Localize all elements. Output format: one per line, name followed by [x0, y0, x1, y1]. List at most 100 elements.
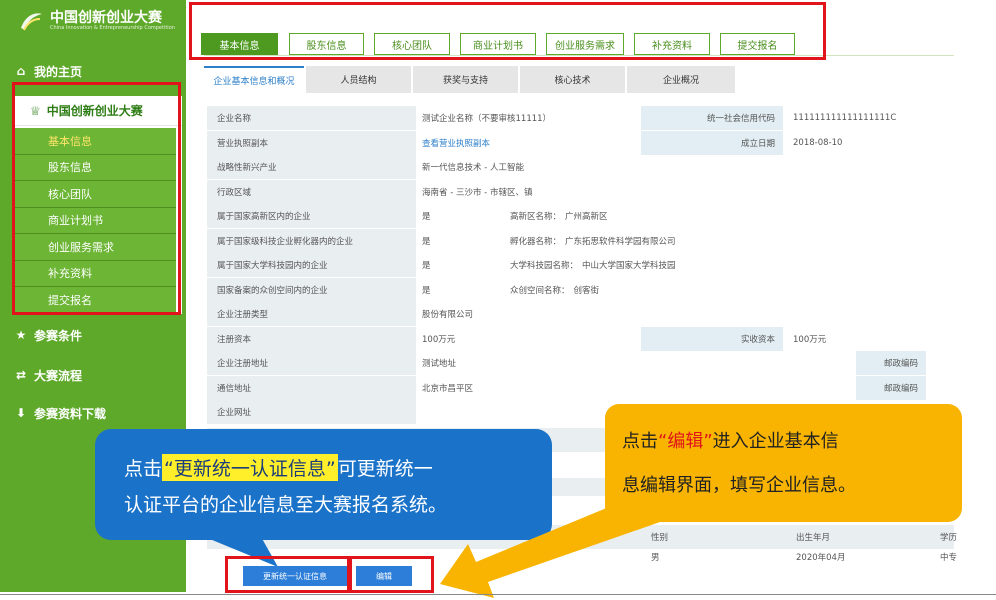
maker-space-label: 国家备案的众创空间内的企业 — [207, 277, 416, 302]
table-row: 行政区域 海南省 - 三沙市 - 市辖区、镇 — [207, 179, 954, 204]
sidebar-item-label: 我的主页 — [34, 64, 83, 79]
license-link[interactable]: 查看营业执照副本 — [416, 130, 641, 155]
paid-capital-value: 100万元 — [783, 326, 954, 351]
reg-address-value: 测试地址 — [416, 351, 856, 375]
credit-code-label: 统一社会信用代码 — [641, 106, 783, 130]
star-icon: ★ — [15, 328, 27, 342]
callout-yellow-line1: 点击 “编辑” 进入企业基本信 — [622, 427, 839, 453]
table-row: 战略性新兴产业 新一代信息技术 - 人工智能 — [207, 155, 954, 180]
birth-header: 出生年月 — [796, 533, 831, 543]
found-date-value: 2018-08-10 — [783, 130, 954, 155]
hitech-zone-flag: 是 — [422, 212, 431, 222]
maker-space-value: 是 众创空间名称： 创客街 — [416, 277, 954, 302]
highlight-box-edit — [349, 556, 434, 593]
mail-address-label: 通信地址 — [207, 375, 416, 400]
maker-space-name-label: 众创空间名称： — [510, 285, 570, 296]
company-name-label: 企业名称 — [207, 106, 416, 130]
sidebar-item-label: 大赛流程 — [34, 368, 83, 383]
callout-blue-suffix: 可更新统一 — [337, 457, 433, 480]
info-table: 企业名称 测试企业名称（不要审核11111） 统一社会信用代码 11111111… — [207, 106, 954, 425]
postcode-label: 邮政编码 — [856, 351, 926, 375]
industry-value: 新一代信息技术 - 人工智能 — [416, 155, 954, 179]
incubator-name: 广东拓思软件科学园有限公司 — [565, 236, 676, 247]
highlight-box-steps — [189, 2, 826, 60]
table-row: 企业注册类型 股份有限公司 — [207, 302, 954, 327]
univ-park-name: 中山大学国家大学科技园 — [582, 261, 676, 271]
logo-subtitle: China Innovation & Entrepreneurship Comp… — [50, 24, 175, 31]
table-row: 注册资本 100万元 实收资本 100万元 — [207, 326, 954, 351]
birth-value: 2020年04月 — [796, 553, 846, 563]
home-icon: ⌂ — [16, 64, 26, 78]
table-row: 企业名称 测试企业名称（不要审核11111） 统一社会信用代码 11111111… — [207, 106, 954, 131]
callout-yellow-prefix: 点击 — [622, 431, 658, 452]
callout-blue-highlight: “更新统一认证信息” — [162, 453, 338, 481]
univ-park-value: 是 大学科技园名称： 中山大学国家大学科技园 — [416, 253, 954, 277]
table-row: 通信地址 北京市昌平区 邮政编码 — [207, 375, 954, 400]
screen: 中国创新创业大赛 China Innovation & Entrepreneur… — [0, 0, 996, 600]
subtab-overview[interactable]: 企业概况 — [627, 66, 735, 93]
callout-yellow-line2: 息编辑界面，填写企业信息。 — [622, 475, 856, 496]
found-date-label: 成立日期 — [641, 130, 783, 155]
maker-space-flag: 是 — [422, 285, 431, 296]
sidebar-item-label: 参赛资料下载 — [34, 406, 107, 421]
paid-capital-label: 实收资本 — [641, 326, 783, 351]
table-row: 国家备案的众创空间内的企业 是 众创空间名称： 创客街 — [207, 277, 954, 302]
sidebar-item-process[interactable]: ⇄ 大赛流程 — [14, 364, 82, 386]
reg-type-value: 股份有限公司 — [416, 302, 954, 326]
download-icon: ⬇ — [15, 406, 27, 420]
table-row: 企业注册地址 测试地址 邮政编码 — [207, 351, 954, 376]
callout-yellow-suffix: 进入企业基本信 — [712, 431, 839, 452]
reg-capital-label: 注册资本 — [207, 326, 416, 351]
region-value: 海南省 - 三沙市 - 市辖区、镇 — [416, 179, 954, 204]
logo-title: 中国创新创业大赛 — [50, 9, 162, 26]
postcode-label-2: 邮政编码 — [856, 375, 926, 400]
callout-blue-line1: 点击 “更新统一认证信息” 可更新统一 — [124, 453, 433, 481]
company-name-value: 测试企业名称（不要审核11111） — [416, 106, 641, 130]
univ-park-name-label: 大学科技园名称： — [510, 261, 579, 271]
callout-blue-prefix: 点击 — [124, 457, 163, 480]
credit-code-value: 111111111111111111C — [783, 106, 954, 130]
subtab-tech[interactable]: 核心技术 — [520, 66, 625, 93]
mail-address-value: 北京市昌平区 — [416, 375, 856, 400]
sidebar-item-downloads[interactable]: ⬇ 参赛资料下载 — [14, 402, 106, 424]
reg-type-label: 企业注册类型 — [207, 302, 416, 326]
edu-value: 中专 — [940, 553, 958, 563]
table-row: 营业执照副本 查看营业执照副本 成立日期 2018-08-10 — [207, 130, 954, 155]
table-row: 属于国家级科技企业孵化器内的企业 是 孵化器名称： 广东拓思软件科学园有限公司 — [207, 228, 954, 253]
univ-park-label: 属于国家大学科技园内的企业 — [207, 253, 416, 277]
bottom-divider — [0, 594, 996, 595]
license-label: 营业执照副本 — [207, 130, 416, 155]
hitech-zone-value: 是 高新区名称： 广州高新区 — [416, 204, 954, 228]
hitech-zone-label: 属于国家高新区内的企业 — [207, 204, 416, 228]
incubator-name-label: 孵化器名称： — [510, 236, 562, 247]
website-label: 企业网址 — [207, 400, 416, 424]
subtab-basic-info[interactable]: 企业基本信息和概况 — [204, 66, 304, 93]
highlight-box-sidebar — [12, 82, 181, 315]
region-label: 行政区域 — [207, 179, 416, 204]
sidebar-item-conditions[interactable]: ★ 参赛条件 — [14, 324, 82, 346]
maker-space-name: 创客街 — [573, 285, 600, 296]
hitech-zone-name-label: 高新区名称： — [510, 212, 562, 222]
reg-capital-value: 100万元 — [416, 326, 641, 351]
callout-arrow-yellow — [440, 490, 660, 598]
incubator-value: 是 孵化器名称： 广东拓思软件科学园有限公司 — [416, 228, 954, 253]
subtab-staff[interactable]: 人员结构 — [306, 66, 411, 93]
sidebar-item-home[interactable]: ⌂ 我的主页 — [14, 60, 82, 82]
callout-blue-line2: 认证平台的企业信息至大赛报名系统。 — [124, 493, 448, 516]
incubator-label: 属于国家级科技企业孵化器内的企业 — [207, 228, 416, 253]
reg-address-label: 企业注册地址 — [207, 351, 416, 375]
callout-yellow-highlight: “编辑” — [658, 431, 713, 452]
table-row: 属于国家高新区内的企业 是 高新区名称： 广州高新区 — [207, 204, 954, 229]
logo-swoosh-icon — [21, 13, 42, 31]
hitech-zone-name: 广州高新区 — [565, 212, 608, 222]
subtab-awards[interactable]: 获奖与支持 — [413, 66, 518, 93]
industry-label: 战略性新兴产业 — [207, 155, 416, 179]
table-row: 属于国家大学科技园内的企业 是 大学科技园名称： 中山大学国家大学科技园 — [207, 253, 954, 278]
univ-park-flag: 是 — [422, 261, 431, 271]
flow-icon: ⇄ — [15, 368, 27, 382]
highlight-box-update — [225, 556, 350, 593]
incubator-flag: 是 — [422, 236, 431, 247]
sidebar-item-label: 参赛条件 — [34, 328, 83, 343]
edu-header: 学历 — [940, 533, 958, 543]
logo: 中国创新创业大赛 China Innovation & Entrepreneur… — [18, 8, 175, 34]
